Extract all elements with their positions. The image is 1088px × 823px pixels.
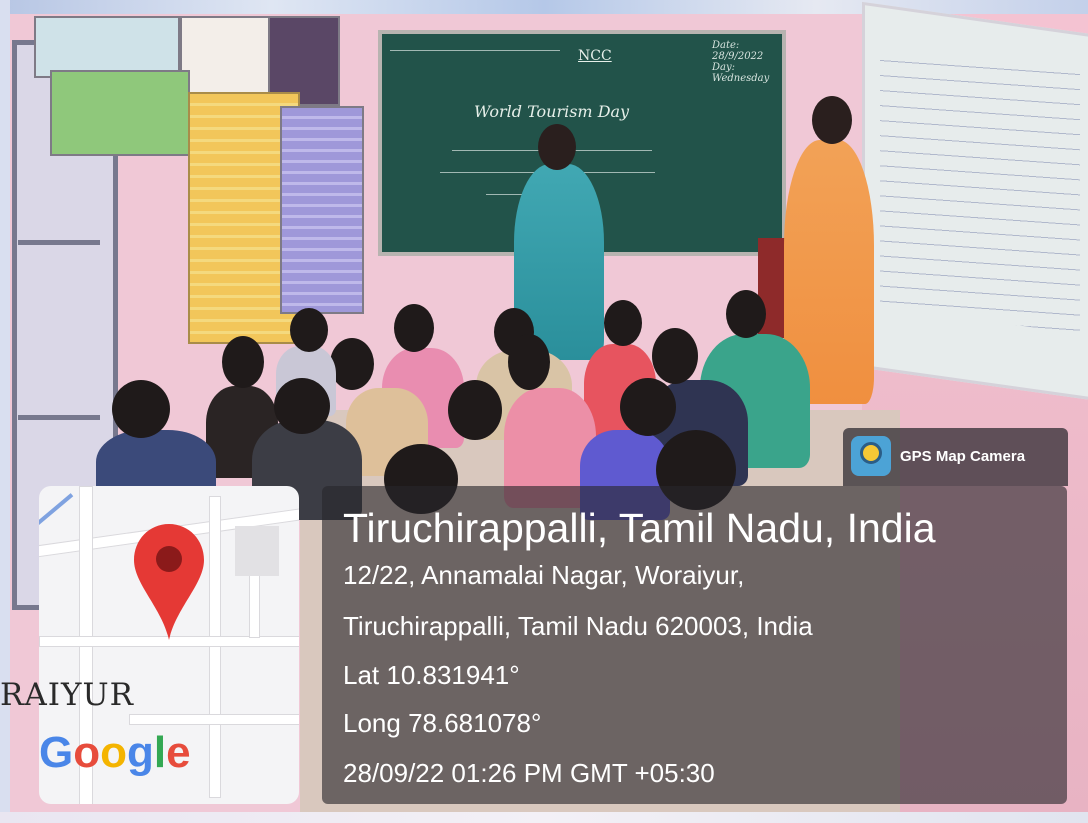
gps-badge-label: GPS Map Camera [900,448,1026,465]
longitude-text: Long 78.681078° [343,708,542,738]
teacher-head [812,96,852,144]
location-title: Tiruchirappalli, Tamil Nadu, India [343,505,936,551]
student-head [330,338,374,390]
map-block [235,526,279,576]
google-logo-letter: g [127,728,154,777]
speaker-head [538,124,576,170]
blackboard-heading: World Tourism Day [474,102,630,121]
wall-poster [180,16,272,100]
image-bottom-border [0,812,1088,823]
address-line-1: 12/22, Annamalai Nagar, Woraiyur, [343,560,745,590]
address-line-2: Tiruchirappalli, Tamil Nadu 620003, Indi… [343,611,813,641]
google-logo-letter: e [166,728,191,777]
student-head [620,378,676,436]
google-logo: Google [39,728,191,778]
student-head [274,378,330,434]
map-road [129,714,299,725]
student-head [222,336,264,388]
map-road [209,496,221,798]
google-logo-letter: G [39,728,74,777]
gps-map-camera-icon-lens [860,442,882,464]
map-road [39,493,74,535]
google-logo-letter: o [100,728,128,777]
wall-poster [34,16,180,78]
blackboard-tag: NCC [578,48,612,64]
student-head [448,380,502,440]
student-head [652,328,698,384]
student-head [726,290,766,338]
wall-chart [280,106,364,314]
latitude-text: Lat 10.831941° [343,660,520,690]
blackboard-day: Day: Wednesday [712,62,770,84]
wall-poster [50,70,190,156]
student-head [604,300,642,346]
student-head [508,334,550,390]
chalk-line [390,50,560,51]
google-logo-letter: l [153,728,167,777]
google-logo-letter: o [73,728,101,777]
wall-chart-text [880,45,1080,335]
student-head [290,308,328,352]
student-head [112,380,170,438]
map-pin-icon [134,524,204,640]
map-area-label: RAIYUR [0,677,134,713]
blackboard-date: Date: 28/9/2022 [712,40,764,62]
timestamp-text: 28/09/22 01:26 PM GMT +05:30 [343,758,715,788]
door-panel [18,240,100,420]
student-head [394,304,434,352]
